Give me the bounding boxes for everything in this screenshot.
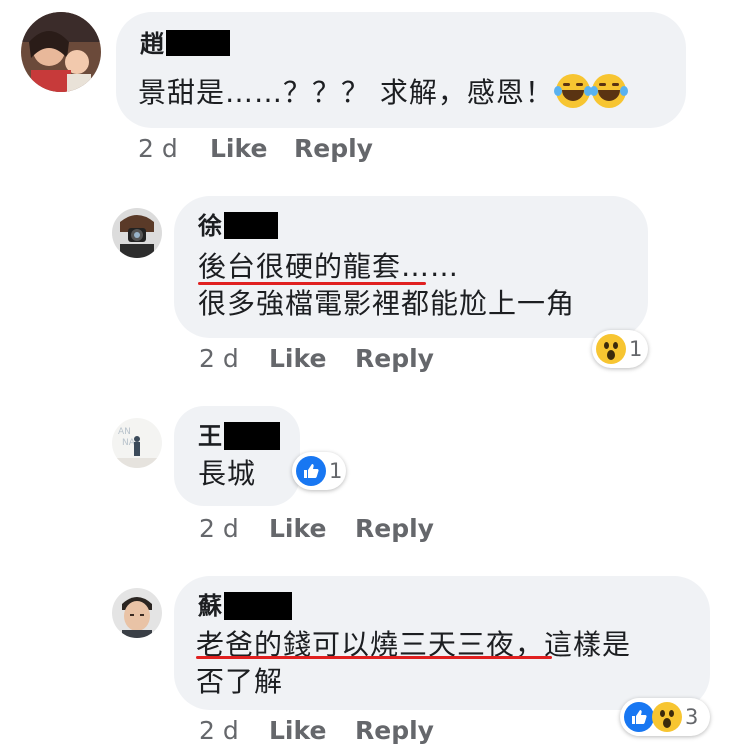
avatar[interactable] (112, 208, 162, 258)
author-name[interactable]: 蘇 (198, 592, 222, 620)
comment-author[interactable]: 徐 (198, 212, 278, 240)
comment-author[interactable]: 趙 (140, 30, 230, 58)
wow-icon (596, 334, 626, 364)
comment-line: 長城 (198, 457, 257, 490)
redaction-bar (166, 30, 230, 56)
redaction-bar (224, 592, 292, 620)
reply-button[interactable]: Reply (355, 716, 434, 745)
like-button[interactable]: Like (269, 514, 326, 543)
reply-button[interactable]: Reply (294, 134, 373, 163)
avatar[interactable] (112, 588, 162, 638)
like-icon (296, 456, 326, 486)
author-name[interactable]: 王 (198, 422, 222, 450)
like-button[interactable]: Like (210, 134, 267, 163)
timestamp[interactable]: 2 d (138, 134, 178, 163)
reply-button[interactable]: Reply (355, 514, 434, 543)
like-button[interactable]: Like (269, 716, 326, 745)
timestamp[interactable]: 2 d (199, 344, 239, 373)
reply-button[interactable]: Reply (355, 344, 434, 373)
like-button[interactable]: Like (269, 344, 326, 373)
comment-text: 老爸的錢可以燒三天三夜，這樣是 否了解 (196, 626, 631, 700)
reaction-count: 1 (629, 337, 643, 361)
comment-author[interactable]: 蘇 (198, 592, 292, 620)
timestamp[interactable]: 2 d (199, 716, 239, 745)
comment-text: 後台很硬的龍套…… 很多強檔電影裡都能尬上一角 (198, 248, 575, 322)
reaction-count: 1 (329, 459, 343, 483)
red-underline (198, 282, 426, 285)
laughing-tears-icon (589, 74, 626, 108)
redaction-bar (224, 212, 278, 239)
reaction-count: 3 (685, 705, 699, 729)
reaction-summary[interactable]: 1 (292, 452, 346, 490)
comment-line: 景甜是……？？？ 求解，感恩！ (138, 76, 554, 109)
comment-text: 長城 (198, 455, 256, 492)
author-name[interactable]: 趙 (140, 30, 164, 58)
red-underline (196, 656, 552, 659)
laughing-tears-icon (553, 74, 590, 108)
author-name[interactable]: 徐 (198, 212, 222, 240)
timestamp[interactable]: 2 d (199, 514, 239, 543)
comment-text: 景甜是……？？？ 求解，感恩！ (138, 74, 626, 111)
comment-line: 否了解 (196, 665, 284, 698)
comment-line: 後台很硬的龍套…… (198, 250, 460, 283)
wow-icon (652, 702, 682, 732)
like-icon (624, 702, 654, 732)
reaction-summary[interactable]: 1 (592, 330, 648, 368)
svg-text:NA: NA (122, 438, 136, 448)
comment-line: 很多強檔電影裡都能尬上一角 (198, 287, 576, 320)
reaction-summary[interactable]: 3 (620, 698, 710, 736)
svg-text:AN: AN (118, 427, 131, 437)
avatar[interactable]: AN NA (112, 418, 162, 468)
avatar[interactable] (21, 12, 101, 92)
comment-author[interactable]: 王 (198, 422, 280, 450)
redaction-bar (224, 422, 280, 450)
